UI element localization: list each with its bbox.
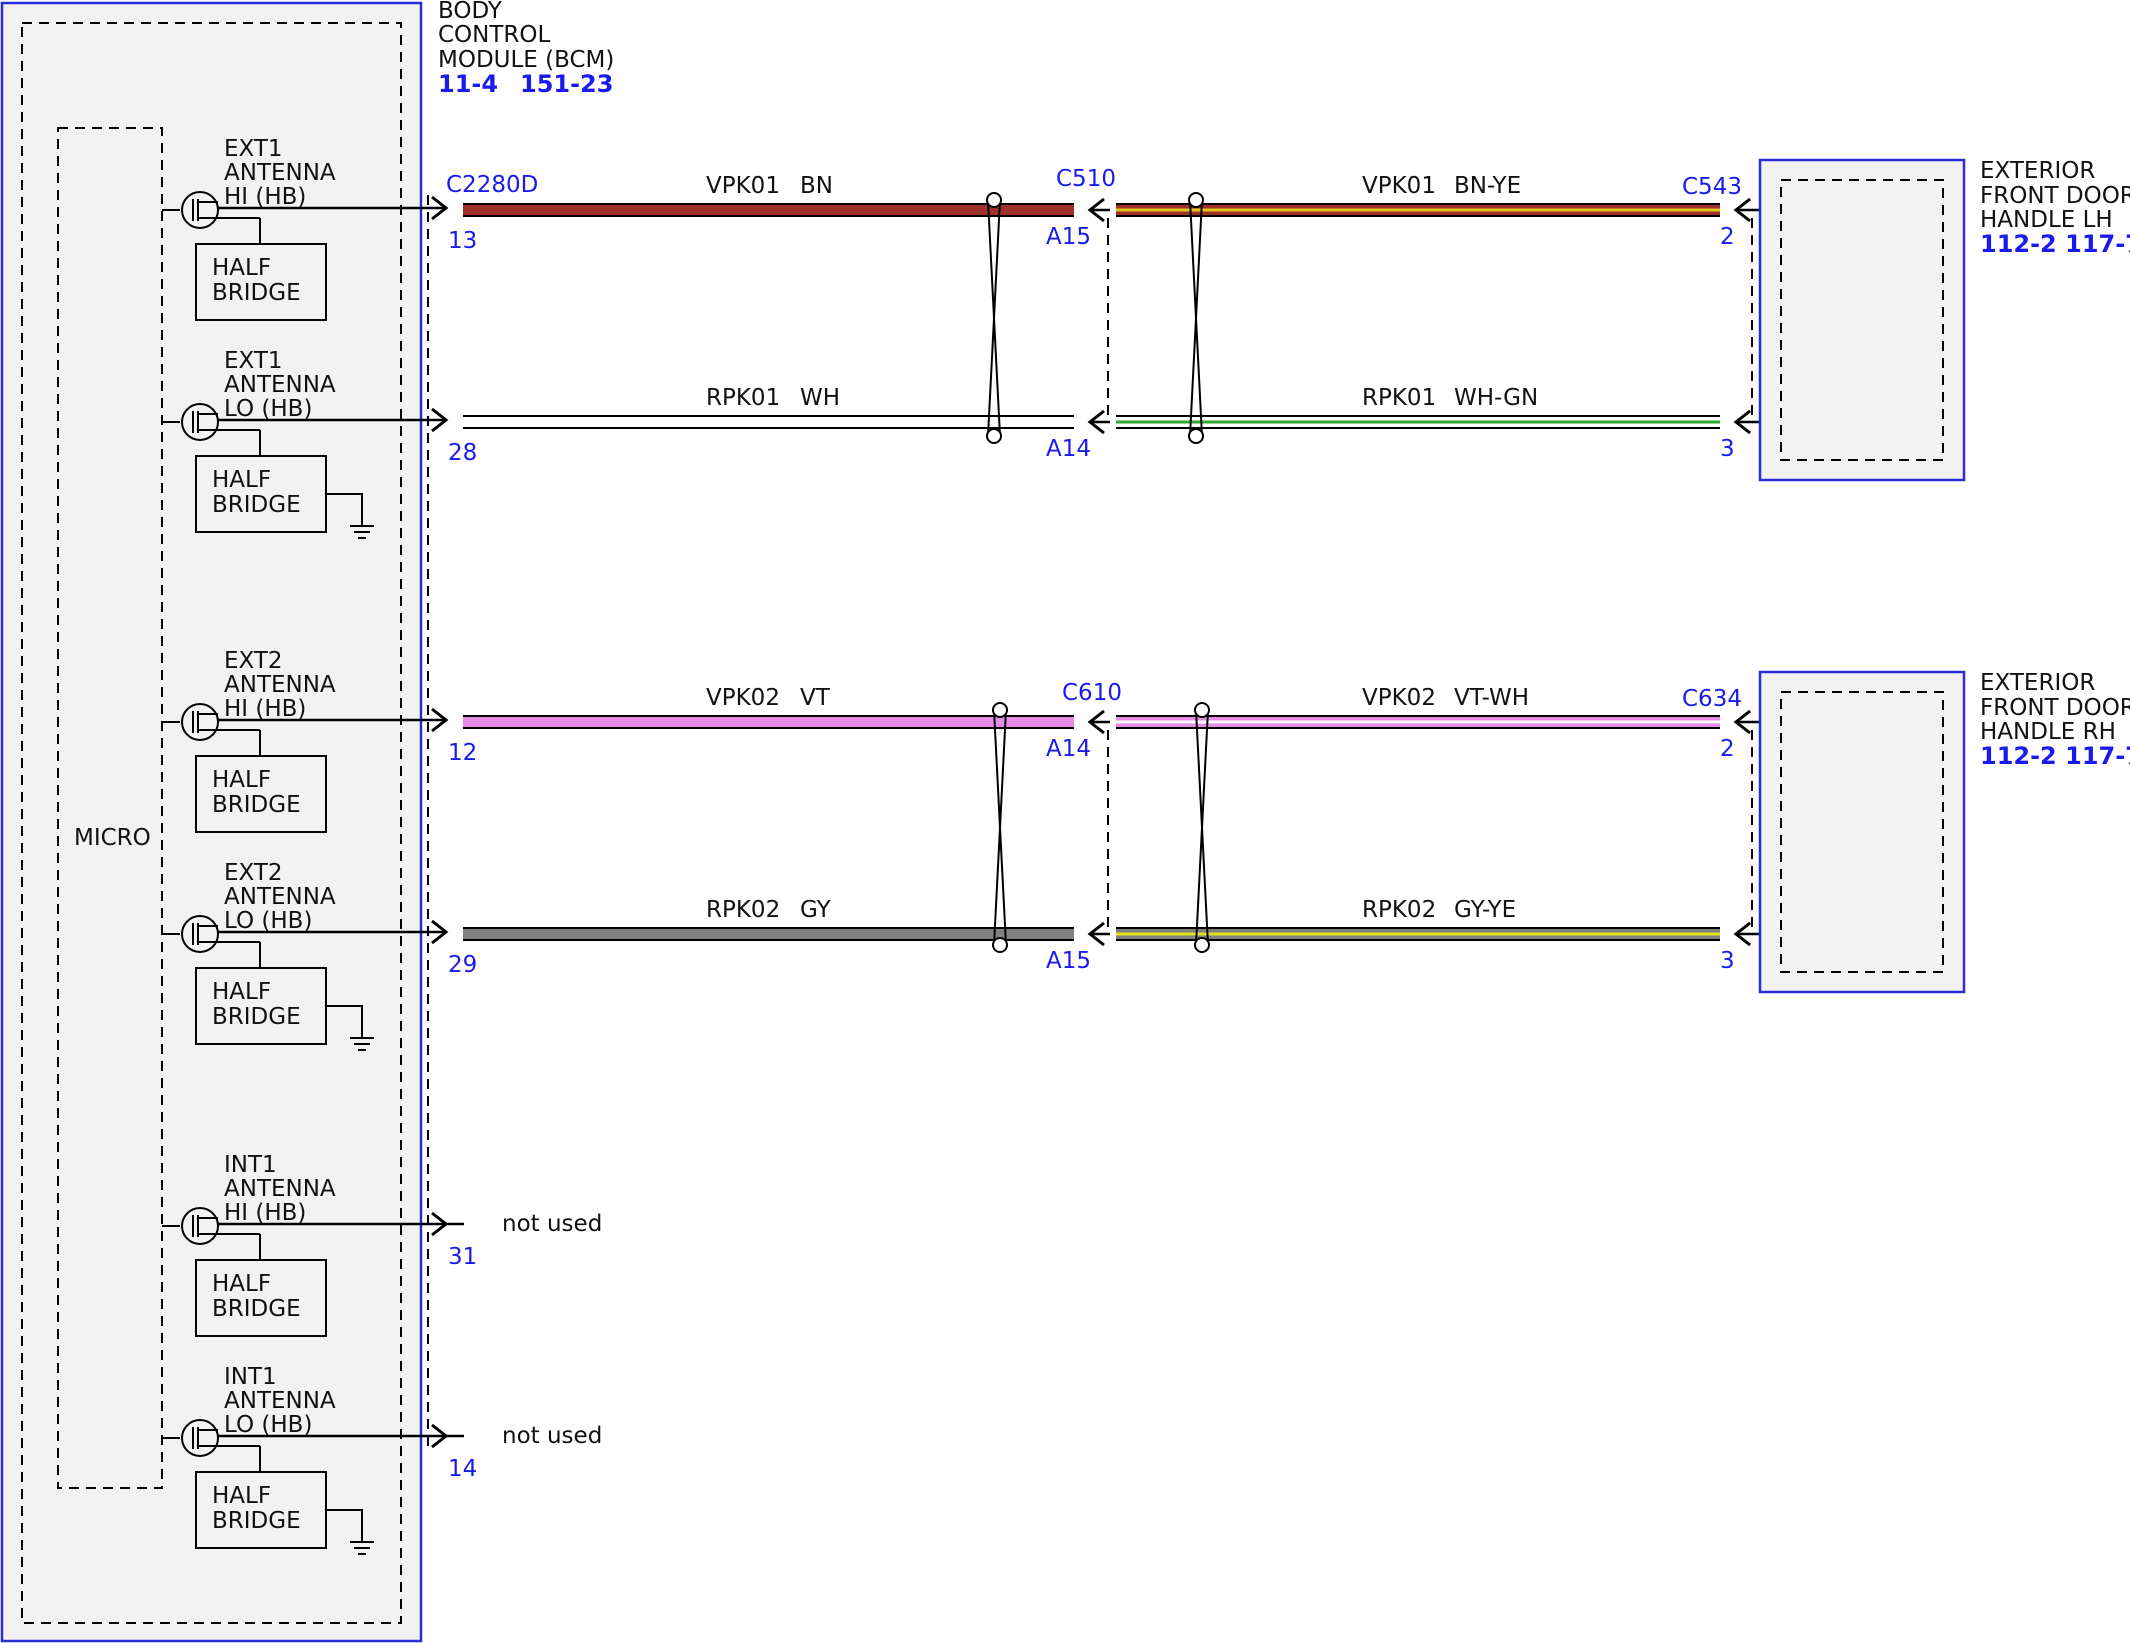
half-bridge-label-line-1: HALF: [212, 255, 271, 281]
wire-color-left: GY: [800, 897, 832, 923]
antenna-label-line-2: ANTENNA: [224, 160, 336, 186]
wiring-diagram: MICRO BODY CONTROL MODULE (BCM) 11-4 151…: [0, 0, 2130, 1643]
wire-segment-bcm-to-inline[interactable]: [463, 415, 1074, 429]
wire-circuit-id-right: VPK01: [1362, 173, 1436, 199]
inline-pin-number: A14: [1046, 736, 1091, 762]
wire-color-right: VT-WH: [1454, 685, 1529, 711]
wire-circuit-id-right: RPK01: [1362, 385, 1436, 411]
bcm-ref-link-1[interactable]: 11-4: [438, 70, 498, 98]
wire-circuit-id-left: VPK01: [706, 173, 780, 199]
inline-pin-number: A14: [1046, 436, 1091, 462]
half-bridge-label-line-2: BRIDGE: [212, 792, 301, 818]
antenna-label-line-3: HI (HB): [224, 184, 306, 210]
connector-label-c510[interactable]: C510: [1056, 166, 1116, 192]
handle-lh-title-line-1: EXTERIOR: [1980, 158, 2095, 184]
micro-label: MICRO: [74, 825, 151, 851]
antenna-label-line-1: INT1: [224, 1364, 277, 1390]
wire-segment-inline-to-handle[interactable]: [1116, 415, 1720, 429]
not-used-label: not used: [502, 1211, 602, 1237]
bcm-module-box: [0, 1, 423, 1643]
handle-rh-title-line-1: EXTERIOR: [1980, 670, 2095, 696]
circuit-row: VPK01 BN VPK01 BN-YE A15 2: [463, 173, 1780, 250]
wire-circuit-id-right: RPK02: [1362, 897, 1436, 923]
antenna-label-line-3: LO (HB): [224, 396, 312, 422]
bcm-title-line-2: CONTROL: [438, 22, 551, 48]
bcm-pin-number: 13: [448, 228, 477, 254]
connector-label-c2280d[interactable]: C2280D: [446, 172, 538, 198]
antenna-label-line-3: HI (HB): [224, 696, 306, 722]
antenna-label-line-2: ANTENNA: [224, 884, 336, 910]
twisted-pair-icon: [986, 192, 1002, 444]
wire-circuit-id-left: RPK01: [706, 385, 780, 411]
antenna-label-line-1: EXT1: [224, 348, 283, 374]
device-pin-number: 3: [1720, 436, 1735, 462]
handle-lh-title-line-2: FRONT DOOR: [1980, 183, 2130, 209]
wire-segment-bcm-to-inline[interactable]: [463, 715, 1074, 729]
circuit-row: RPK01 WH RPK01 WH-GN A14 3: [463, 385, 1780, 462]
half-bridge-label-line-1: HALF: [212, 767, 271, 793]
half-bridge-label-line-1: HALF: [212, 1483, 271, 1509]
not-used-label: not used: [502, 1423, 602, 1449]
half-bridge-label-line-1: HALF: [212, 1271, 271, 1297]
wire-segment-bcm-to-inline[interactable]: [463, 927, 1074, 941]
wire-color-right: WH-GN: [1454, 385, 1538, 411]
connector-label-c634[interactable]: C634: [1682, 686, 1742, 712]
device-pin-number: 2: [1720, 736, 1735, 762]
wire-segment-bcm-to-inline[interactable]: [463, 203, 1074, 217]
handle-lh-box[interactable]: [1758, 158, 1966, 482]
antenna-label-line-1: INT1: [224, 1152, 277, 1178]
antenna-label-line-3: LO (HB): [224, 1412, 312, 1438]
wire-circuit-id-left: VPK02: [706, 685, 780, 711]
wire-color-right: BN-YE: [1454, 173, 1521, 199]
circuit-row: RPK02 GY RPK02 GY-YE A15 3: [463, 897, 1780, 974]
antenna-label-line-1: EXT2: [224, 860, 283, 886]
bcm-ref-link-2[interactable]: 151-23: [520, 70, 613, 98]
antenna-label-line-2: ANTENNA: [224, 672, 336, 698]
harness-wires: VPK01 BN VPK01 BN-YE A15 2 RPK01 WH RPK01 WH-GN A1…: [463, 173, 1780, 974]
handle-lh-ref-links[interactable]: 112-2 117-7: [1980, 230, 2130, 258]
device-pin-number: 3: [1720, 948, 1735, 974]
antenna-label-line-3: HI (HB): [224, 1200, 306, 1226]
wire-circuit-id-left: RPK02: [706, 897, 780, 923]
connector-label-c543[interactable]: C543: [1682, 174, 1742, 200]
twisted-pair-icon: [992, 702, 1008, 953]
wire-color-left: VT: [800, 685, 831, 711]
half-bridge-label-line-2: BRIDGE: [212, 492, 301, 518]
half-bridge-label-line-2: BRIDGE: [212, 1296, 301, 1322]
device-pin-number: 2: [1720, 224, 1735, 250]
antenna-label-line-2: ANTENNA: [224, 1388, 336, 1414]
antenna-label-line-3: LO (HB): [224, 908, 312, 934]
bcm-pin-number: 14: [448, 1456, 477, 1482]
handle-rh-ref-links[interactable]: 112-2 117-7: [1980, 742, 2130, 770]
bcm-pin-number: 29: [448, 952, 477, 978]
wire-color-right: GY-YE: [1454, 897, 1516, 923]
half-bridge-label-line-1: HALF: [212, 467, 271, 493]
antenna-label-line-1: EXT2: [224, 648, 283, 674]
handle-rh-title-line-2: FRONT DOOR: [1980, 695, 2130, 721]
wire-circuit-id-right: VPK02: [1362, 685, 1436, 711]
connector-label-c610[interactable]: C610: [1062, 680, 1122, 706]
bcm-pin-number: 28: [448, 440, 477, 466]
bcm-pin-number: 12: [448, 740, 477, 766]
half-bridge-label-line-2: BRIDGE: [212, 1508, 301, 1534]
twisted-pair-icon: [1188, 192, 1204, 444]
inline-pin-number: A15: [1046, 948, 1091, 974]
handle-rh-box[interactable]: [1758, 670, 1966, 994]
wire-color-left: WH: [800, 385, 840, 411]
half-bridge-label-line-2: BRIDGE: [212, 1004, 301, 1030]
antenna-label-line-1: EXT1: [224, 136, 283, 162]
wire-color-left: BN: [800, 173, 833, 199]
wire-segment-inline-to-handle[interactable]: [1116, 203, 1720, 217]
bcm-title-line-1: BODY: [438, 0, 503, 24]
inline-pin-number: A15: [1046, 224, 1091, 250]
half-bridge-label-line-2: BRIDGE: [212, 280, 301, 306]
twisted-pair-icon: [1194, 702, 1210, 953]
antenna-label-line-2: ANTENNA: [224, 1176, 336, 1202]
half-bridge-label-line-1: HALF: [212, 979, 271, 1005]
antenna-label-line-2: ANTENNA: [224, 372, 336, 398]
bcm-pin-number: 31: [448, 1244, 477, 1270]
